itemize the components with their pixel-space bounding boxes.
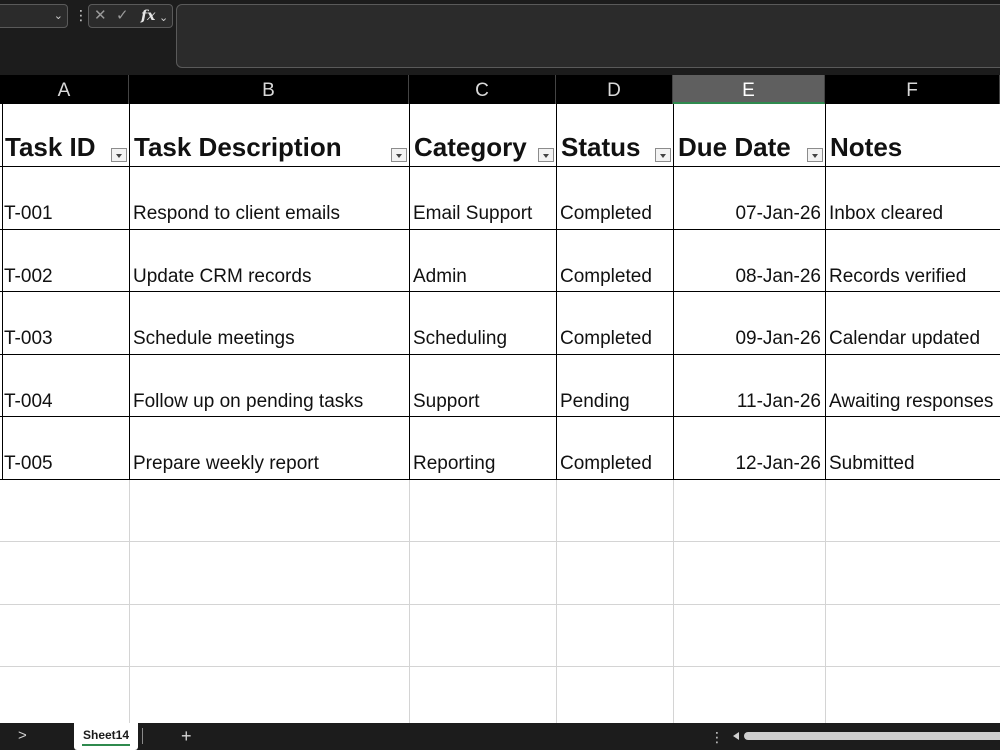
column-header-c[interactable]: C bbox=[409, 75, 556, 104]
filter-dropdown-icon[interactable] bbox=[538, 148, 554, 162]
column-header-d[interactable]: D bbox=[556, 75, 673, 104]
sheet-tab-bar: > Sheet14 + ⋮ bbox=[0, 723, 1000, 750]
chevron-down-icon[interactable]: ⌄ bbox=[159, 9, 168, 27]
table-cell[interactable]: Respond to client emails bbox=[133, 203, 340, 225]
filter-dropdown-icon[interactable] bbox=[655, 148, 671, 162]
filter-dropdown-icon[interactable] bbox=[111, 148, 127, 162]
column-header-b[interactable]: B bbox=[129, 75, 409, 104]
next-sheet-arrow-icon[interactable]: > bbox=[18, 727, 27, 745]
table-cell[interactable]: T-003 bbox=[4, 328, 53, 350]
insert-function-icon[interactable]: fx bbox=[141, 7, 155, 25]
cancel-icon[interactable]: ✕ bbox=[94, 7, 107, 25]
gridline bbox=[409, 478, 410, 723]
table-header-cell[interactable]: Task Description bbox=[134, 132, 342, 162]
name-box[interactable]: ⌄ bbox=[0, 4, 68, 28]
table-cell[interactable]: Scheduling bbox=[413, 328, 507, 350]
scroll-left-arrow-icon[interactable] bbox=[733, 732, 739, 740]
table-cell[interactable]: Support bbox=[413, 391, 480, 413]
chevron-down-icon[interactable]: ⌄ bbox=[54, 10, 63, 22]
table-header-cell[interactable]: Category bbox=[414, 132, 527, 162]
filter-dropdown-icon[interactable] bbox=[391, 148, 407, 162]
column-header-a[interactable]: A bbox=[0, 75, 129, 104]
table-cell[interactable]: Completed bbox=[560, 203, 652, 225]
column-header-row: ABCDEF bbox=[0, 75, 1000, 104]
gridline bbox=[0, 666, 1000, 667]
table-cell[interactable]: Submitted bbox=[829, 453, 915, 475]
formula-input[interactable] bbox=[176, 4, 1000, 68]
table-cell[interactable]: Prepare weekly report bbox=[133, 453, 319, 475]
table-cell[interactable]: Follow up on pending tasks bbox=[133, 391, 363, 413]
table-cell[interactable]: Completed bbox=[560, 266, 652, 288]
table-header-cell[interactable]: Status bbox=[561, 132, 640, 162]
table-cell[interactable]: 12-Jan-26 bbox=[673, 453, 821, 475]
table-cell[interactable]: 07-Jan-26 bbox=[673, 203, 821, 225]
table-cell[interactable]: Update CRM records bbox=[133, 266, 311, 288]
table-cell[interactable]: 08-Jan-26 bbox=[673, 266, 821, 288]
formula-bar-area: ⌄ ⋮ ✕ ✓ fx ⌄ bbox=[0, 0, 1000, 75]
gridline bbox=[0, 603, 1000, 605]
gridline bbox=[0, 353, 1000, 355]
table-cell[interactable]: T-005 bbox=[4, 453, 53, 475]
gridline bbox=[673, 478, 674, 723]
sheet-tab-label: Sheet14 bbox=[82, 728, 130, 742]
gridline bbox=[0, 291, 1000, 292]
tab-separator bbox=[142, 728, 143, 744]
table-cell[interactable]: T-001 bbox=[4, 203, 53, 225]
column-header-e[interactable]: E bbox=[673, 75, 825, 104]
gridline bbox=[556, 478, 557, 723]
add-sheet-button[interactable]: + bbox=[181, 726, 192, 746]
table-cell[interactable]: Completed bbox=[560, 328, 652, 350]
table-cell[interactable]: Email Support bbox=[413, 203, 532, 225]
enter-icon[interactable]: ✓ bbox=[116, 7, 129, 25]
table-header-cell[interactable]: Task ID bbox=[5, 132, 96, 162]
table-cell[interactable]: T-002 bbox=[4, 266, 53, 288]
formula-buttons: ✕ ✓ fx ⌄ bbox=[88, 4, 173, 28]
tab-bar-options-icon[interactable]: ⋮ bbox=[710, 728, 724, 746]
gridline bbox=[0, 416, 1000, 417]
horizontal-scrollbar[interactable] bbox=[744, 732, 1000, 740]
gridline bbox=[0, 541, 1000, 542]
more-options-icon[interactable]: ⋮ bbox=[74, 6, 88, 24]
table-cell[interactable]: Completed bbox=[560, 453, 652, 475]
worksheet-grid[interactable]: Task ID Task Description Category Status Due… bbox=[0, 104, 1000, 723]
gridline bbox=[0, 228, 1000, 230]
table-cell[interactable]: Pending bbox=[560, 391, 630, 413]
table-cell[interactable]: 11-Jan-26 bbox=[673, 391, 821, 413]
active-tab-indicator bbox=[82, 744, 130, 746]
gridline bbox=[825, 478, 826, 723]
gridline bbox=[0, 166, 1000, 167]
table-cell[interactable]: 09-Jan-26 bbox=[673, 328, 821, 350]
table-cell[interactable]: T-004 bbox=[4, 391, 53, 413]
table-header-cell[interactable]: Notes bbox=[830, 132, 902, 162]
table-cell[interactable]: Schedule meetings bbox=[133, 328, 295, 350]
table-cell[interactable]: Calendar updated bbox=[829, 328, 980, 350]
table-header-cell[interactable]: Due Date bbox=[678, 132, 791, 162]
sheet-tab-active[interactable]: Sheet14 bbox=[74, 723, 138, 750]
gridline bbox=[0, 478, 1000, 480]
table-cell[interactable]: Records verified bbox=[829, 266, 966, 288]
column-header-f[interactable]: F bbox=[825, 75, 1000, 104]
table-cell[interactable]: Admin bbox=[413, 266, 467, 288]
table-cell[interactable]: Inbox cleared bbox=[829, 203, 943, 225]
table-cell[interactable]: Reporting bbox=[413, 453, 495, 475]
filter-dropdown-icon[interactable] bbox=[807, 148, 823, 162]
table-cell[interactable]: Awaiting responses bbox=[829, 391, 993, 413]
gridline bbox=[129, 478, 130, 723]
